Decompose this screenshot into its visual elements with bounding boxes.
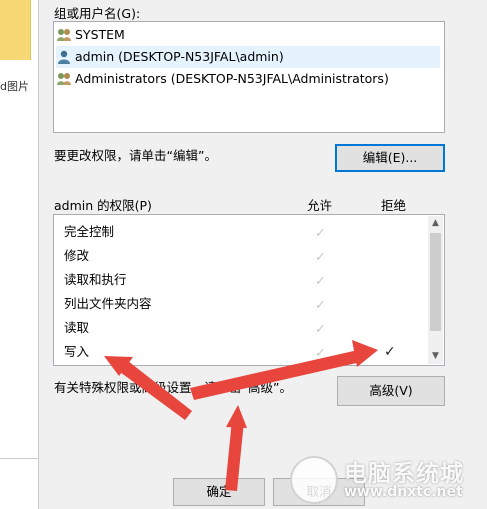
permission-row: 列出文件夹内容 [64, 292, 152, 316]
permission-name: 写入 [64, 344, 90, 359]
folder-icon [0, 0, 31, 60]
user-listbox[interactable]: SYSTEM admin (DESKTOP-N53JFAL\admin) Adm… [53, 21, 445, 133]
watermark: 电脑系统城 www.dnxtc.net [288, 450, 487, 509]
ok-button[interactable]: 确定 [173, 478, 265, 506]
permission-name: 读取 [64, 320, 90, 335]
watermark-brand: 电脑系统城 [344, 461, 464, 487]
user-item-label: admin (DESKTOP-N53JFAL\admin) [75, 49, 284, 64]
permission-row: 修改 [64, 244, 89, 268]
scroll-up-icon[interactable]: ▲ [428, 216, 443, 231]
background-divider [0, 458, 38, 459]
permission-row: 完全控制 [64, 220, 114, 244]
edit-hint: 要更改权限，请单击“编辑”。 [54, 148, 217, 163]
user-item-label: Administrators (DESKTOP-N53JFAL\Administ… [75, 71, 389, 86]
user-item-administrators[interactable]: Administrators (DESKTOP-N53JFAL\Administ… [56, 68, 389, 90]
permission-row: 写入 [64, 340, 89, 364]
permissions-header: admin 的权限(P) [54, 198, 152, 213]
allow-checkbox: ✓ [315, 226, 326, 241]
permission-name: 修改 [64, 248, 90, 263]
edit-button[interactable]: 编辑(E)... [335, 144, 445, 172]
user-item-admin[interactable]: admin (DESKTOP-N53JFAL\admin) [56, 46, 440, 68]
users-group-icon [56, 71, 72, 87]
deny-column-header: 拒绝 [381, 198, 407, 213]
background-label: d图片 [0, 80, 29, 93]
user-item-system[interactable]: SYSTEM [56, 24, 125, 46]
allow-checkbox: ✓ [315, 250, 326, 265]
permission-name: 完全控制 [64, 224, 115, 239]
allow-column-header: 允许 [307, 198, 333, 213]
permissions-dialog: 组或用户名(G): SYSTEM admin (DESKTOP-N53JFAL\… [38, 0, 487, 509]
allow-checkbox: ✓ [315, 322, 326, 337]
watermark-logo-icon [290, 456, 338, 504]
permissions-scrollbar[interactable]: ▲ ▼ [428, 216, 443, 364]
allow-checkbox: ✓ [315, 274, 326, 289]
user-item-label: SYSTEM [75, 27, 125, 42]
scrollbar-thumb[interactable] [430, 233, 441, 331]
advanced-hint: 有关特殊权限或高级设置，请单击“高级”。 [54, 380, 292, 395]
scroll-down-icon[interactable]: ▼ [428, 349, 443, 364]
permission-name: 列出文件夹内容 [64, 296, 152, 311]
deny-checkbox: ✓ [384, 344, 396, 360]
permission-name: 读取和执行 [64, 272, 127, 287]
watermark-url: www.dnxtc.net [344, 484, 463, 500]
permission-row: 读取 [64, 316, 89, 340]
users-group-icon [56, 27, 72, 43]
group-or-user-label: 组或用户名(G): [54, 6, 141, 21]
user-icon [56, 49, 72, 65]
allow-checkbox: ✓ [315, 346, 326, 361]
permission-row: 读取和执行 [64, 268, 127, 292]
allow-checkbox: ✓ [315, 298, 326, 313]
permissions-list: 完全控制 ✓ 修改 ✓ 读取和执行 ✓ 列出文件夹内容 ✓ 读取 ✓ 写入 ✓ … [53, 214, 445, 366]
advanced-button[interactable]: 高级(V) [337, 376, 445, 406]
